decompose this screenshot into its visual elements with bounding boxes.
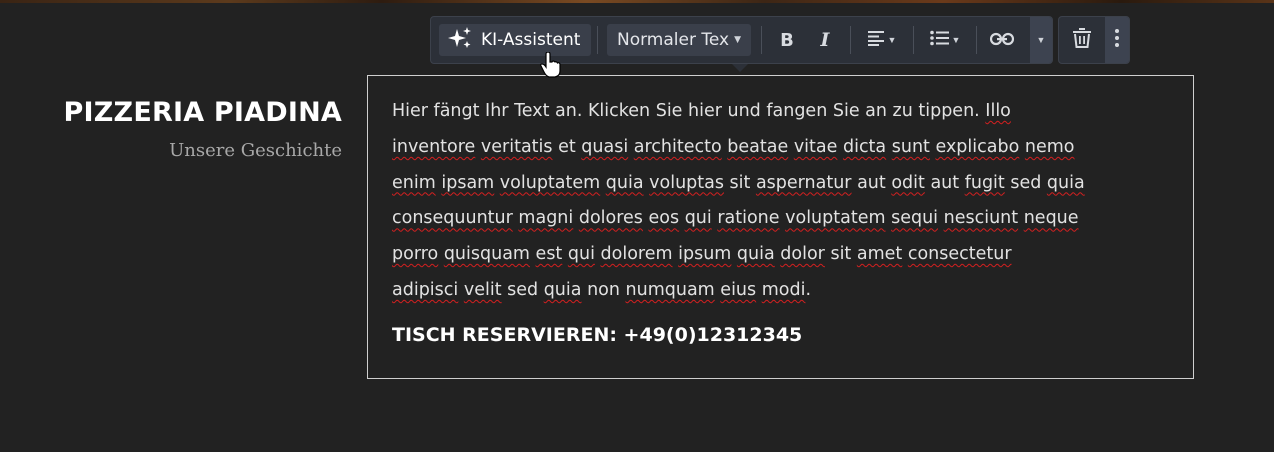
- link-button[interactable]: [987, 24, 1017, 56]
- italic-icon: I: [820, 29, 830, 51]
- paragraph-line: porro quisquam est qui dolorem ipsum qui…: [392, 244, 1012, 265]
- list-button[interactable]: ▼: [924, 24, 966, 56]
- bold-icon: B: [780, 29, 794, 51]
- align-button[interactable]: ▼: [861, 24, 903, 56]
- text-style-value: Normaler Text: [617, 30, 729, 50]
- link-icon: [989, 30, 1015, 51]
- hand-cursor-icon: [540, 51, 562, 83]
- italic-button[interactable]: I: [810, 24, 840, 56]
- paragraph-line: consequuntur magni dolores eos qui ratio…: [392, 208, 1079, 229]
- text-format-toolbar: KI-Assistent Normaler Text ▼ B I ▼ ▼ ▼: [430, 16, 1053, 64]
- toolbar-divider: [850, 26, 851, 54]
- toolbar-caret: [732, 64, 748, 72]
- paragraph-line: enim ipsam voluptatem quia voluptas sit …: [392, 172, 1085, 193]
- text-style-select[interactable]: Normaler Text ▼: [607, 24, 751, 56]
- chevron-down-icon: ▼: [887, 35, 897, 45]
- bulleted-list-icon: [929, 30, 950, 51]
- paragraph-line: inventore veritatis et quasi architecto …: [392, 136, 1075, 157]
- paragraph[interactable]: Hier fängt Ihr Text an. Klicken Sie hier…: [392, 94, 1169, 309]
- page-title[interactable]: PIZZERIA PIADINA: [0, 96, 342, 130]
- bold-button[interactable]: B: [772, 24, 802, 56]
- trash-icon: [1073, 27, 1091, 53]
- toolbar-divider: [913, 26, 914, 54]
- toolbar-divider: [976, 26, 977, 54]
- ai-assistant-button[interactable]: KI-Assistent: [439, 24, 591, 56]
- delete-toolbar: [1058, 16, 1130, 64]
- delete-button[interactable]: [1059, 24, 1105, 56]
- page-subtitle[interactable]: Unsere Geschichte: [0, 140, 342, 161]
- kebab-menu-button[interactable]: [1105, 17, 1129, 63]
- more-options-dropdown[interactable]: ▼: [1030, 17, 1052, 63]
- sparkle-icon: [447, 26, 473, 55]
- rich-text-editor[interactable]: Hier fängt Ihr Text an. Klicken Sie hier…: [367, 75, 1194, 379]
- toolbar-divider: [597, 26, 598, 54]
- chevron-down-icon: ▼: [951, 35, 961, 45]
- brand-block: PIZZERIA PIADINA Unsere Geschichte: [0, 96, 342, 161]
- kebab-icon: [1115, 28, 1119, 52]
- paragraph-line: Hier fängt Ihr Text an. Klicken Sie hier…: [392, 101, 1011, 121]
- chevron-down-icon: ▼: [1036, 35, 1046, 45]
- align-left-icon: [867, 30, 886, 51]
- reservation-line[interactable]: TISCH RESERVIEREN: +49(0)12312345: [392, 319, 1169, 351]
- toolbar-divider: [761, 26, 762, 54]
- ai-assistant-label: KI-Assistent: [481, 30, 581, 50]
- chevron-down-icon: ▼: [734, 35, 741, 45]
- paragraph-line: adipisci velit sed quia non numquam eius…: [392, 279, 812, 300]
- hero-image-strip: [0, 0, 1274, 3]
